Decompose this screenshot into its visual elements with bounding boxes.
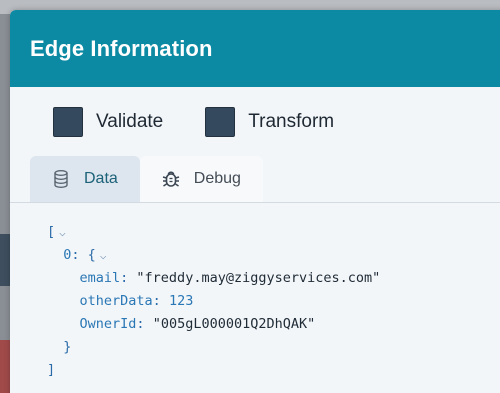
modal-title: Edge Information: [30, 35, 213, 61]
tab-debug[interactable]: Debug: [139, 156, 263, 202]
json-key: email: [79, 270, 121, 286]
tab-label: Debug: [193, 170, 241, 187]
json-viewer: [⌵ 0: {⌵ email: "freddy.may@ziggyservice…: [10, 203, 500, 382]
json-field: otherData: 123: [79, 293, 194, 309]
json-value: 123: [168, 293, 194, 309]
checkbox-label: Validate: [96, 111, 164, 132]
json-value: "freddy.may@ziggyservices.com": [136, 270, 381, 286]
json-array-open: [⌵: [47, 224, 66, 240]
modal-header: Edge Information: [10, 10, 500, 87]
collapse-toggle-icon[interactable]: ⌵: [59, 226, 66, 239]
collapse-toggle-icon[interactable]: ⌵: [100, 249, 107, 262]
checkbox-label: Transform: [248, 111, 335, 132]
tab-label: Data: [84, 170, 118, 187]
options-row: Validate Transform: [10, 87, 500, 157]
tab-data[interactable]: Data: [30, 156, 140, 202]
transform-checkbox[interactable]: Transform: [205, 107, 334, 137]
checkbox-box[interactable]: [53, 107, 83, 137]
json-key: otherData: [79, 293, 153, 309]
validate-checkbox[interactable]: Validate: [53, 107, 163, 137]
bug-icon: [162, 169, 180, 189]
database-icon: [52, 169, 70, 189]
json-value: "005gL000001Q2DhQAK": [152, 316, 316, 332]
tab-bar: Data Debug: [10, 156, 500, 203]
json-field: email: "freddy.may@ziggyservices.com": [79, 270, 381, 286]
checkbox-box[interactable]: [205, 107, 236, 137]
json-array-close: ]: [47, 362, 56, 378]
json-object-open: 0: {⌵: [63, 247, 107, 263]
json-field: OwnerId: "005gL000001Q2DhQAK": [79, 316, 316, 332]
json-key: OwnerId: [79, 316, 137, 332]
json-object-close: }: [63, 339, 72, 355]
edge-information-modal: Edge Information Validate Transform Data: [10, 10, 500, 393]
